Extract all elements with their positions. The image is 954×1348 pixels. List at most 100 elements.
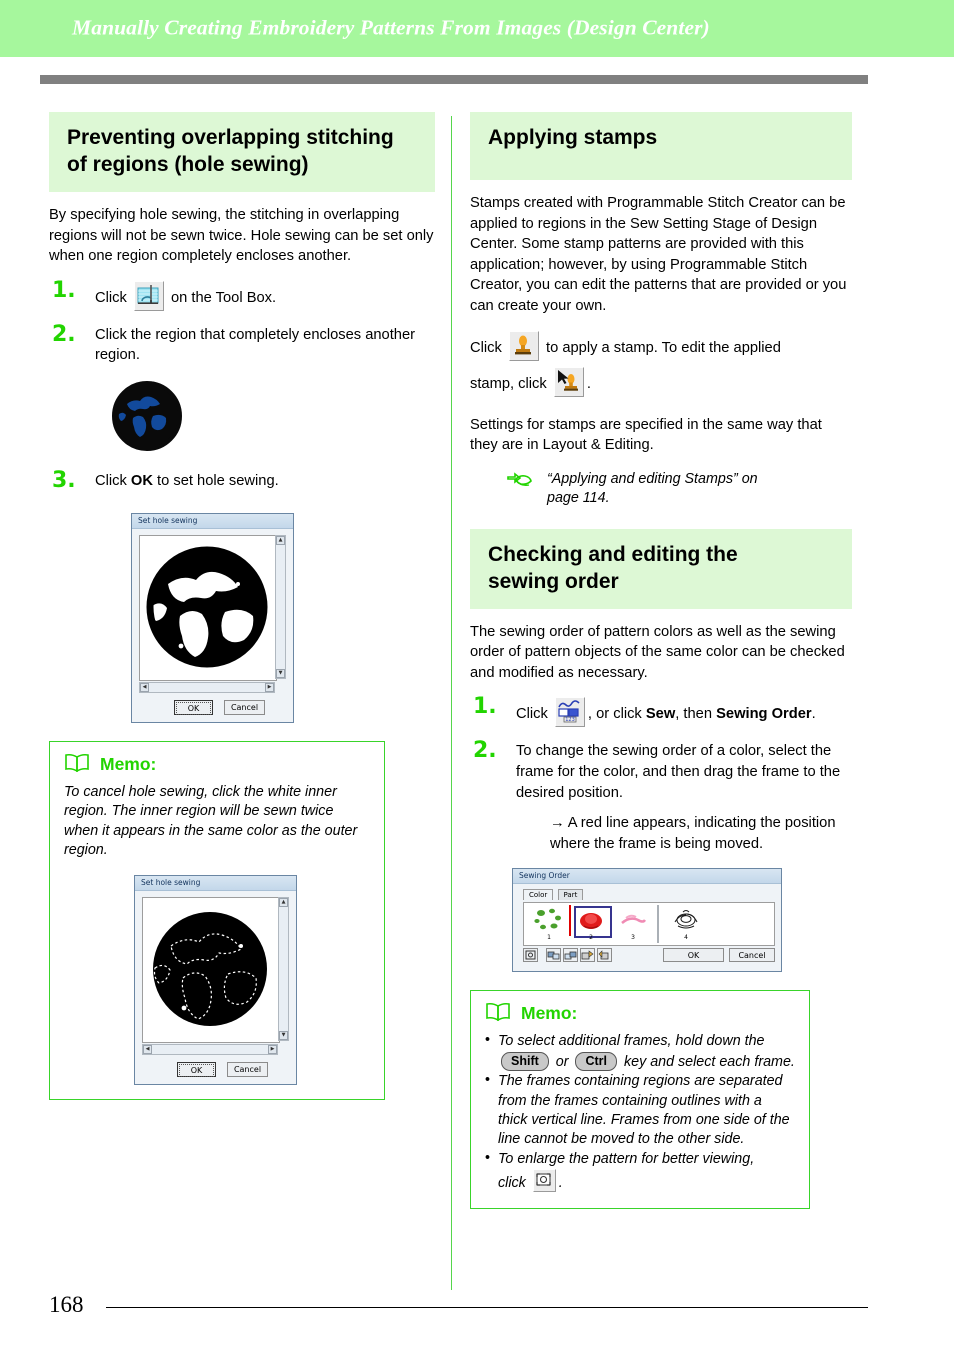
tab-color[interactable]: Color [523, 889, 554, 901]
scroll-up-arrow-icon[interactable]: ▲ [276, 535, 285, 545]
frame-label-3: 3 [631, 934, 635, 942]
move-first-icon[interactable] [546, 948, 561, 963]
sewing-order-ok-button[interactable]: OK [663, 948, 724, 963]
sewing-order-step-1: 1. Click 123 , or click Sew, then Sewing… [470, 694, 852, 728]
sewing-order-toolbar [523, 948, 612, 963]
frame-list-panel[interactable]: 1 2 3 4 [523, 902, 775, 947]
ctrl-key-cap: Ctrl [575, 1051, 617, 1071]
memo-dialog-cancel-button[interactable]: Cancel [227, 1061, 268, 1077]
memo-set-hole-sewing-dialog: Set hole sewing ▲ ▼ ◀ ▶ OK Cancel [134, 874, 297, 1085]
memo-scroll-left-arrow-icon[interactable]: ◀ [143, 1044, 152, 1054]
memo-bullet-2: The frames containing regions are separa… [485, 1071, 795, 1150]
scroll-left-arrow-icon[interactable]: ◀ [140, 682, 149, 692]
sewing-order-step-2: 2. To change the sewing order of a color… [470, 738, 852, 854]
scroll-right-arrow-icon[interactable]: ▶ [265, 682, 274, 692]
dialog-titlebar: Set hole sewing [132, 513, 293, 529]
applying-stamps-intro: Stamps created with Programmable Stitch … [470, 195, 847, 314]
stamp-click-paragraph: Click to apply a stamp. To edit the appl… [470, 330, 852, 402]
dialog-horizontal-scrollbar[interactable]: ◀ ▶ [139, 681, 275, 693]
sewing-order-step-2-substep-text: A red line appears, indicating the posit… [550, 815, 836, 852]
memo-dialog-horizontal-scrollbar[interactable]: ◀ ▶ [142, 1043, 278, 1055]
right-column: Applying stamps Stamps created with Prog… [470, 112, 852, 1209]
column-divider [451, 116, 452, 1290]
frame-thumb-1[interactable] [532, 906, 566, 935]
memo-text-left: To cancel hole sewing, click the white i… [64, 783, 358, 859]
step-3-number: 3. [52, 467, 76, 493]
memo-scroll-right-arrow-icon[interactable]: ▶ [268, 1044, 277, 1054]
hole-sewing-tool-icon[interactable] [133, 280, 164, 311]
sewing-order-step-2-number: 2. [473, 738, 497, 764]
section-heading-line2: of regions (hole sewing) [67, 153, 309, 176]
step-1-text-before: Click [95, 289, 127, 306]
sewing-order-cancel-button[interactable]: Cancel [729, 948, 775, 963]
frame-thumb-3[interactable] [616, 906, 650, 935]
dialog-cancel-button[interactable]: Cancel [224, 699, 265, 715]
memo-dialog-preview-canvas [142, 896, 280, 1043]
memo-scroll-up-arrow-icon[interactable]: ▲ [279, 897, 288, 907]
reference-line2: page 114. [547, 490, 610, 507]
frame-label-1: 1 [547, 934, 551, 942]
sewing-order-step-1-text-mid2: , then [675, 706, 713, 723]
sewing-order-intro: The sewing order of pattern colors as we… [470, 623, 845, 681]
sewing-order-step-1-number: 1. [473, 694, 497, 720]
shift-key-cap: Shift [501, 1051, 549, 1071]
red-insertion-line [569, 905, 571, 937]
step-1-number: 1. [52, 277, 76, 303]
section-heading-applying-stamps: Applying stamps [470, 112, 852, 180]
dialog-preview-canvas [139, 534, 277, 681]
memo-bullet-1-or: or [555, 1053, 569, 1070]
sewing-order-dialog: Sewing Order Color Part 1 2 3 4 OK Cance… [512, 868, 782, 973]
scroll-down-arrow-icon[interactable]: ▼ [276, 668, 285, 678]
memo-label: Memo: [100, 753, 157, 774]
sewing-order-icon[interactable]: 123 [554, 697, 585, 728]
memo-dialog-vertical-scrollbar[interactable]: ▲ ▼ [278, 896, 289, 1041]
dialog-ok-button[interactable]: OK [174, 699, 213, 715]
reference-line1: “Applying and editing Stamps” on [547, 470, 758, 487]
set-hole-sewing-dialog: Set hole sewing ▲ ▼ ◀ ▶ OK Cancel [131, 512, 294, 723]
move-prev-icon[interactable] [563, 948, 578, 963]
stamp-click-middle: to apply a stamp. To edit the applied [546, 339, 781, 356]
svg-text:123: 123 [565, 718, 575, 724]
memo-dialog-ok-label: OK [179, 1063, 214, 1077]
sewing-order-step-1-bold-sewing-order: Sewing Order [716, 706, 812, 723]
dialog-vertical-scrollbar[interactable]: ▲ ▼ [275, 534, 286, 679]
sewing-order-dialog-titlebar: Sewing Order [513, 869, 781, 885]
memo-bullet-1: To select additional frames, hold down t… [485, 1031, 795, 1072]
region-outline-separator [657, 905, 659, 944]
step-1-text-after: on the Tool Box. [171, 289, 277, 306]
zoom-frame-icon-memo[interactable] [532, 1169, 556, 1193]
memo-box-right: Memo: To select additional frames, hold … [470, 990, 810, 1209]
sewing-order-step-1-text-mid: , or click [587, 706, 642, 723]
step-3-text-after: to set hole sewing. [157, 472, 279, 489]
stamp-click-line2: stamp, click [470, 375, 547, 392]
stamp-icon[interactable] [508, 330, 539, 361]
step-3-text-before: Click [95, 472, 127, 489]
reference-note: “Applying and editing Stamps” on page 11… [506, 470, 852, 509]
sewing-order-heading-line1: Checking and editing the [488, 542, 738, 566]
tab-part[interactable]: Part [557, 889, 584, 901]
step-1: 1. Click on the Tool Box. [49, 277, 435, 311]
step-3: 3. Click OK to set hole sewing. [49, 467, 435, 493]
sewing-order-step-1-text-before: Click [516, 706, 548, 723]
move-next-icon[interactable] [580, 948, 595, 963]
section-heading-line1: Preventing overlapping stitching [67, 126, 394, 149]
memo-dialog-titlebar: Set hole sewing [135, 875, 296, 891]
move-last-icon[interactable] [597, 948, 612, 963]
edit-stamp-icon[interactable] [553, 366, 584, 397]
memo-bullet-3-text2: click [498, 1175, 526, 1192]
frame-thumb-4[interactable] [669, 906, 703, 935]
memo-dialog-ok-button[interactable]: OK [177, 1061, 216, 1077]
left-column: Preventing overlapping stitching of regi… [49, 112, 435, 1100]
sewing-order-step-1-bold-sew: Sew [645, 706, 676, 723]
header-divider-rule [40, 75, 868, 84]
memo-bullet-1-part3: frame. [754, 1053, 795, 1070]
zoom-frame-icon[interactable] [523, 948, 538, 963]
step-2-number: 2. [52, 321, 76, 347]
globe-figure-blue [111, 380, 435, 457]
running-header-title: Manually Creating Embroidery Patterns Fr… [72, 15, 710, 40]
step-2: 2. Click the region that completely encl… [49, 321, 435, 366]
frame-label-2: 2 [589, 934, 593, 942]
memo-box-left: Memo: To cancel hole sewing, click the w… [49, 740, 385, 1100]
section-heading-sewing-order: Checking and editing the sewing order [470, 528, 852, 609]
memo-scroll-down-arrow-icon[interactable]: ▼ [279, 1030, 288, 1040]
